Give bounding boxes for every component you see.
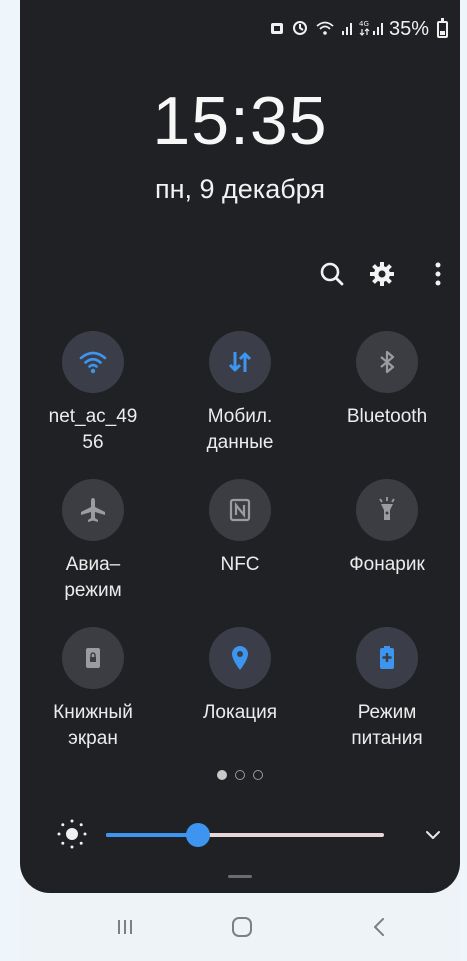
more-vert-icon bbox=[435, 262, 441, 286]
network-type-text: 4G bbox=[359, 20, 369, 28]
tile-location[interactable]: Локация bbox=[167, 627, 313, 726]
tile-flashlight[interactable]: Фонарик bbox=[314, 479, 460, 578]
vibrate-icon bbox=[291, 20, 309, 39]
tile-flashlight-label: Фонарик bbox=[349, 554, 425, 575]
brightness-sun-icon bbox=[57, 819, 87, 849]
more-options-button[interactable] bbox=[418, 254, 458, 294]
bluetooth-icon bbox=[380, 350, 395, 374]
back-button[interactable] bbox=[350, 907, 410, 947]
alarm-icon bbox=[269, 20, 285, 39]
page-dot-3[interactable] bbox=[253, 770, 263, 780]
tile-bluetooth-button[interactable] bbox=[356, 331, 418, 393]
tile-power-mode[interactable]: Режим питания bbox=[314, 627, 460, 752]
tile-mobile-data-button[interactable] bbox=[209, 331, 271, 393]
expand-chevron-down-icon[interactable] bbox=[418, 820, 448, 850]
tile-location-label: Локация bbox=[202, 702, 278, 723]
search-button[interactable] bbox=[312, 254, 352, 294]
tile-bluetooth-label: Bluetooth bbox=[346, 406, 428, 427]
screen-lock-icon bbox=[86, 648, 100, 668]
cell-signal-1-icon bbox=[341, 20, 353, 39]
flashlight-icon bbox=[379, 497, 395, 520]
tile-flashlight-button[interactable] bbox=[356, 479, 418, 541]
battery-level bbox=[440, 30, 445, 35]
tile-nfc[interactable]: NFC bbox=[167, 479, 313, 578]
tile-airplane[interactable]: Авиа– режим bbox=[20, 479, 166, 604]
battery-saver-icon bbox=[380, 646, 394, 669]
tile-airplane-button[interactable] bbox=[62, 479, 124, 541]
battery-icon bbox=[437, 17, 448, 38]
page-dot-2[interactable] bbox=[235, 770, 245, 780]
battery-percent: 35% bbox=[388, 17, 429, 40]
brightness-slider-thumb[interactable] bbox=[185, 823, 210, 847]
location-icon bbox=[232, 646, 248, 670]
tile-mobile-data-label: Мобил. данные bbox=[206, 406, 274, 453]
airplane-icon bbox=[81, 498, 105, 522]
tile-airplane-label: Авиа– режим bbox=[64, 554, 122, 601]
tile-book-screen-label: Книжный экран bbox=[53, 702, 133, 749]
brightness-slider[interactable] bbox=[106, 823, 384, 847]
wifi-icon bbox=[79, 351, 107, 374]
brightness-slider-fill bbox=[106, 833, 198, 837]
gear-icon bbox=[370, 262, 394, 286]
brightness-control bbox=[20, 810, 460, 860]
tile-bluetooth[interactable]: Bluetooth bbox=[314, 331, 460, 430]
wifi-signal-icon bbox=[315, 20, 335, 39]
panel-toolbar bbox=[20, 254, 460, 294]
tile-book-screen-button[interactable] bbox=[62, 627, 124, 689]
navigation-bar bbox=[20, 893, 460, 961]
quick-settings-panel: 4G 35% 15:35 пн, 9 декабря net_ac_49 56 … bbox=[20, 0, 460, 893]
recents-icon bbox=[118, 920, 132, 934]
settings-button[interactable] bbox=[362, 254, 402, 294]
tile-wifi-label: net_ac_49 56 bbox=[48, 406, 138, 453]
tile-book-screen[interactable]: Книжный экран bbox=[20, 627, 166, 752]
network-type-icon: 4G bbox=[359, 19, 383, 40]
page-dot-1[interactable] bbox=[217, 770, 227, 780]
clock-time[interactable]: 15:35 bbox=[20, 82, 460, 160]
tile-power-mode-button[interactable] bbox=[356, 627, 418, 689]
tile-wifi-button[interactable] bbox=[62, 331, 124, 393]
clock-date[interactable]: пн, 9 декабря bbox=[20, 172, 460, 206]
tile-mobile-data[interactable]: Мобил. данные bbox=[167, 331, 313, 456]
recents-button[interactable] bbox=[95, 907, 155, 947]
home-icon bbox=[232, 917, 252, 937]
phone-screen: 4G 35% 15:35 пн, 9 декабря net_ac_49 56 … bbox=[20, 0, 460, 961]
tile-nfc-button[interactable] bbox=[209, 479, 271, 541]
tile-wifi[interactable]: net_ac_49 56 bbox=[20, 331, 166, 456]
nfc-icon bbox=[229, 498, 251, 522]
tile-power-mode-label: Режим питания bbox=[351, 702, 423, 749]
mobile-data-icon bbox=[228, 352, 252, 372]
tile-nfc-label: NFC bbox=[220, 554, 260, 575]
search-icon bbox=[320, 262, 344, 286]
status-bar: 4G 35% bbox=[269, 16, 448, 42]
tile-location-button[interactable] bbox=[209, 627, 271, 689]
back-icon bbox=[374, 918, 384, 936]
home-button[interactable] bbox=[212, 907, 272, 947]
panel-drag-handle[interactable] bbox=[228, 875, 252, 878]
page-indicator bbox=[20, 770, 460, 782]
